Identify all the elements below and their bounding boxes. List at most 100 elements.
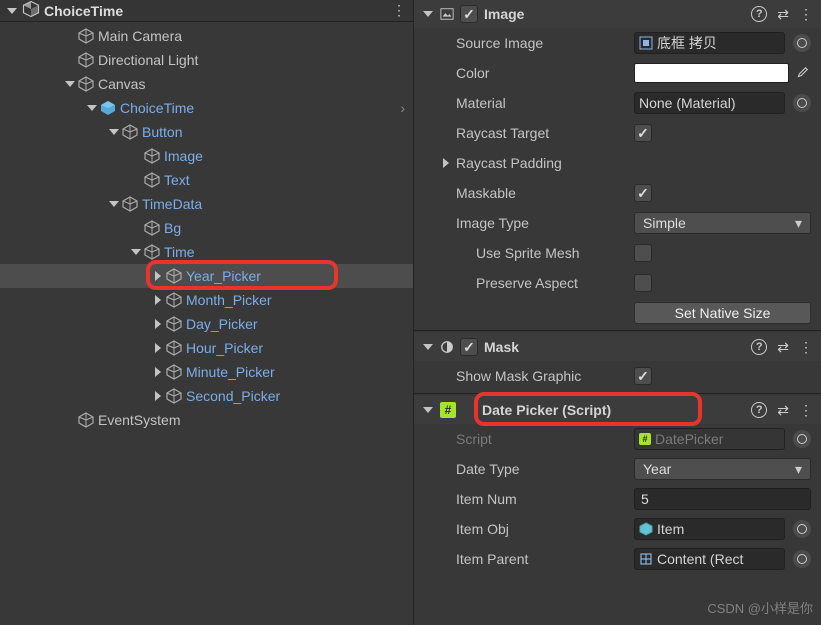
component-header-mask[interactable]: Mask ? ⋮ xyxy=(414,333,821,361)
foldout-icon[interactable] xyxy=(422,404,434,416)
foldout-icon[interactable] xyxy=(108,198,120,210)
component-title: Mask xyxy=(484,339,519,355)
hierarchy-item[interactable]: Canvas xyxy=(0,72,413,96)
foldout-icon[interactable] xyxy=(86,102,98,114)
kebab-icon[interactable]: ⋮ xyxy=(391,2,407,19)
image-component-icon xyxy=(440,7,454,21)
mask-component-icon xyxy=(440,340,454,354)
foldout-icon[interactable] xyxy=(152,318,164,330)
hierarchy-item[interactable]: Year_Picker xyxy=(0,264,413,288)
hierarchy-item-label: Year_Picker xyxy=(186,268,261,284)
hierarchy-item[interactable]: Hour_Picker xyxy=(0,336,413,360)
gameobject-icon xyxy=(144,148,160,164)
maskable-checkbox[interactable] xyxy=(634,184,652,202)
hierarchy-item[interactable]: Text xyxy=(0,168,413,192)
hierarchy-item-label: Second_Picker xyxy=(186,388,280,404)
hierarchy-item[interactable]: EventSystem xyxy=(0,408,413,432)
component-header-image[interactable]: Image ? ⋮ xyxy=(414,0,821,28)
prop-source-image: Source Image 底框 拷贝 xyxy=(414,28,821,58)
datetype-dropdown[interactable]: Year xyxy=(634,458,811,480)
itemobj-field[interactable]: Item xyxy=(634,518,785,540)
object-picker-icon[interactable] xyxy=(793,430,811,448)
component-enable-checkbox[interactable] xyxy=(460,338,478,356)
hierarchy-item[interactable]: TimeData xyxy=(0,192,413,216)
gameobject-icon xyxy=(78,412,94,428)
foldout-icon[interactable] xyxy=(422,8,434,20)
set-native-size-button[interactable]: Set Native Size xyxy=(634,302,811,324)
gameobject-icon xyxy=(78,52,94,68)
gameobject-icon xyxy=(144,172,160,188)
hierarchy-item[interactable]: Minute_Picker xyxy=(0,360,413,384)
gameobject-icon xyxy=(639,522,653,536)
hierarchy-item[interactable]: Directional Light xyxy=(0,48,413,72)
color-field[interactable] xyxy=(634,63,789,83)
material-field[interactable]: None (Material) xyxy=(634,92,785,114)
preset-icon[interactable] xyxy=(777,339,789,356)
prop-date-type: Date Type Year xyxy=(414,454,821,484)
kebab-icon[interactable]: ⋮ xyxy=(799,339,813,356)
hierarchy-item[interactable]: Bg xyxy=(0,216,413,240)
help-icon[interactable]: ? xyxy=(751,6,767,22)
gameobject-icon xyxy=(122,196,138,212)
hierarchy-item[interactable]: ChoiceTime › xyxy=(0,96,413,120)
foldout-icon[interactable] xyxy=(422,341,434,353)
prop-color: Color xyxy=(414,58,821,88)
foldout-icon[interactable] xyxy=(130,246,142,258)
foldout-icon[interactable] xyxy=(108,126,120,138)
object-picker-icon[interactable] xyxy=(793,34,811,52)
component-title: Image xyxy=(484,6,524,22)
foldout-icon[interactable] xyxy=(440,157,452,169)
foldout-icon[interactable] xyxy=(6,5,18,17)
kebab-icon[interactable]: ⋮ xyxy=(799,402,813,419)
foldout-icon[interactable] xyxy=(152,390,164,402)
imagetype-dropdown[interactable]: Simple xyxy=(634,212,811,234)
hierarchy-item[interactable]: Month_Picker xyxy=(0,288,413,312)
hierarchy-item-label: ChoiceTime xyxy=(120,100,194,116)
gameobject-icon xyxy=(166,292,182,308)
scene-name: ChoiceTime xyxy=(44,3,123,19)
foldout-icon[interactable] xyxy=(64,78,76,90)
eyedropper-icon[interactable] xyxy=(793,64,811,82)
usesprite-checkbox[interactable] xyxy=(634,244,652,262)
raycast-checkbox[interactable] xyxy=(634,124,652,142)
hierarchy-item[interactable]: Time xyxy=(0,240,413,264)
hierarchy-item[interactable]: Main Camera xyxy=(0,24,413,48)
object-picker-icon[interactable] xyxy=(793,550,811,568)
preserve-checkbox[interactable] xyxy=(634,274,652,292)
preset-icon[interactable] xyxy=(777,402,789,419)
hierarchy-item[interactable]: Second_Picker xyxy=(0,384,413,408)
hierarchy-item[interactable]: Day_Picker xyxy=(0,312,413,336)
hierarchy-scene-header[interactable]: ChoiceTime ⋮ xyxy=(0,0,413,22)
prefab-arrow-icon[interactable]: › xyxy=(400,100,405,116)
foldout-icon[interactable] xyxy=(152,270,164,282)
component-header-datepicker[interactable]: # Date Picker (Script) ? ⋮ xyxy=(414,396,821,424)
prefab-icon xyxy=(100,100,116,116)
hierarchy-item-label: EventSystem xyxy=(98,412,180,428)
gameobject-icon xyxy=(166,364,182,380)
source-image-field[interactable]: 底框 拷贝 xyxy=(634,32,785,54)
help-icon[interactable]: ? xyxy=(751,402,767,418)
foldout-icon[interactable] xyxy=(152,342,164,354)
hierarchy-item-label: Main Camera xyxy=(98,28,182,44)
prop-script: Script # DatePicker xyxy=(414,424,821,454)
foldout-icon[interactable] xyxy=(152,366,164,378)
kebab-icon[interactable]: ⋮ xyxy=(799,6,813,23)
showgraphic-checkbox[interactable] xyxy=(634,367,652,385)
script-icon: # xyxy=(639,433,651,445)
hierarchy-tree: Main CameraDirectional LightCanvasChoice… xyxy=(0,22,413,432)
hierarchy-item[interactable]: Button xyxy=(0,120,413,144)
itemnum-field[interactable]: 5 xyxy=(634,488,811,510)
itemparent-field[interactable]: Content (Rect xyxy=(634,548,785,570)
object-picker-icon[interactable] xyxy=(793,94,811,112)
hierarchy-item[interactable]: Image xyxy=(0,144,413,168)
script-field: # DatePicker xyxy=(634,428,785,450)
object-picker-icon[interactable] xyxy=(793,520,811,538)
prop-native-size: Set Native Size xyxy=(414,298,821,328)
foldout-icon[interactable] xyxy=(152,294,164,306)
hierarchy-item-label: Hour_Picker xyxy=(186,340,263,356)
preset-icon[interactable] xyxy=(777,6,789,23)
gameobject-icon xyxy=(78,76,94,92)
component-enable-checkbox[interactable] xyxy=(460,5,478,23)
hierarchy-item-label: Directional Light xyxy=(98,52,198,68)
help-icon[interactable]: ? xyxy=(751,339,767,355)
